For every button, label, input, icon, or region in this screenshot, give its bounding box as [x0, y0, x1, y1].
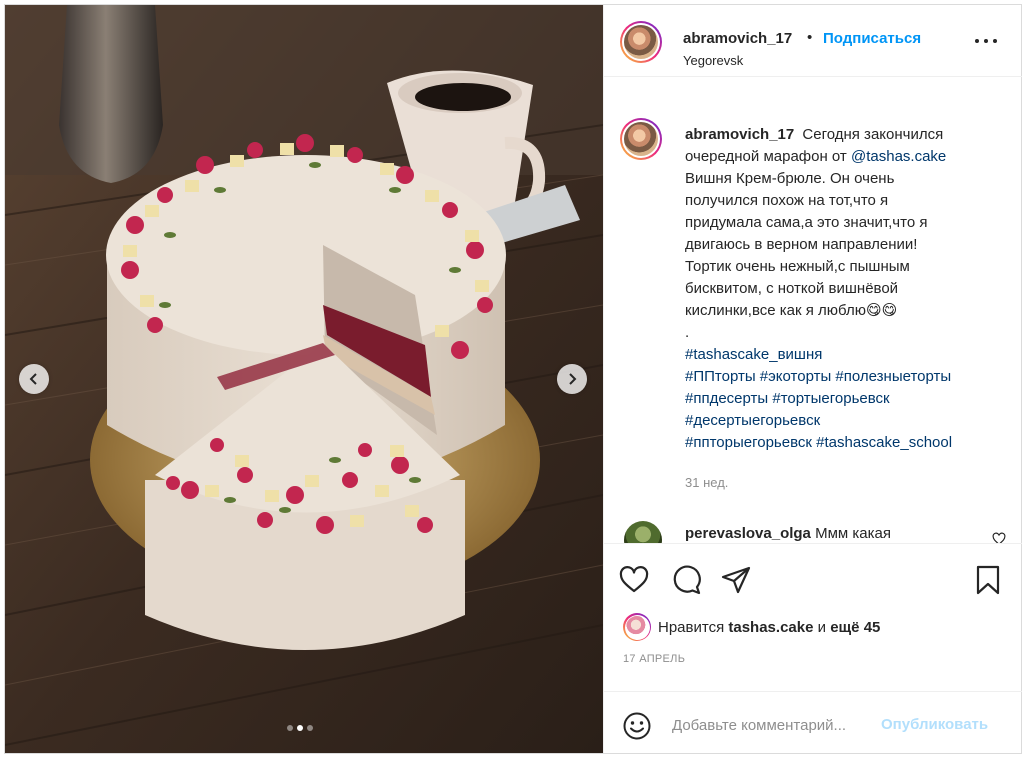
commenter-avatar[interactable]	[624, 521, 662, 543]
hashtag[interactable]: #tashascake_school	[816, 434, 952, 451]
next-slide-button[interactable]	[557, 364, 587, 394]
post-container: abramovich_17 • Подписаться Yegorevsk ab…	[4, 4, 1022, 754]
comment-input[interactable]	[672, 714, 880, 736]
post-actions	[604, 543, 1022, 605]
hashtag[interactable]: #тортыегорьевск	[772, 390, 889, 407]
caption-line: двигаюсь в верном направлении!	[685, 236, 918, 253]
comment-button[interactable]	[670, 564, 702, 596]
post-date[interactable]: 17 АПРЕЛЬ	[623, 653, 685, 665]
save-button[interactable]	[972, 564, 1004, 596]
header-separator: •	[807, 29, 813, 46]
post-caption: abramovich_17 Сегодня закончился очередн…	[685, 124, 1003, 454]
previous-slide-button[interactable]	[19, 364, 49, 394]
hashtag[interactable]: #ппдесерты	[685, 390, 768, 407]
likes-summary[interactable]: Нравится tashas.cake и ещё 45	[658, 619, 880, 636]
caption-line: получился похож на тот,что я	[685, 192, 889, 209]
carousel-dot-active	[297, 725, 303, 731]
liker-avatar[interactable]	[623, 613, 651, 641]
likes-prefix: Нравится	[658, 619, 725, 636]
hashtag[interactable]: #ППторты	[685, 368, 756, 385]
heart-icon	[619, 566, 649, 593]
more-options-icon[interactable]	[975, 39, 997, 47]
post-side-panel: abramovich_17 • Подписаться Yegorevsk ab…	[603, 5, 1022, 753]
post-header: abramovich_17 • Подписаться Yegorevsk	[604, 5, 1022, 77]
caption-mention[interactable]: @tashas.cake	[851, 148, 946, 165]
likes-more[interactable]: ещё 45	[830, 619, 880, 636]
bookmark-icon	[976, 565, 1000, 595]
likes-and: и	[817, 619, 827, 636]
emoji-icon[interactable]	[622, 711, 652, 741]
cake-photo	[5, 5, 603, 753]
caption-line: Тортик очень нежный,с пышным	[685, 258, 910, 275]
comment-body: perevaslova_olga Ммм какая	[685, 525, 891, 542]
hashtag[interactable]: #десертыегорьевск	[685, 412, 820, 429]
caption-line: придумала сама,а это значит,что я	[685, 214, 928, 231]
hashtag[interactable]: #ппторыегорьевск	[685, 434, 812, 451]
comments-scroll-area[interactable]: abramovich_17 Сегодня закончился очередн…	[604, 78, 1022, 543]
author-avatar[interactable]	[620, 21, 662, 63]
author-username[interactable]: abramovich_17	[683, 30, 792, 47]
likes-section: Нравится tashas.cake и ещё 45	[620, 611, 1010, 641]
caption-time-ago[interactable]: 31 нед.	[685, 475, 728, 490]
caption-author-avatar[interactable]	[620, 118, 662, 160]
carousel-dot	[307, 725, 313, 731]
comment-like-icon[interactable]	[992, 532, 1006, 543]
caption-line: Сегодня закончился	[802, 126, 944, 143]
location-link[interactable]: Yegorevsk	[683, 53, 743, 68]
caption-line: бисквитом, с ноткой вишнёвой	[685, 280, 899, 297]
add-comment-bar: Опубликовать	[604, 691, 1022, 753]
commenter-username[interactable]: perevaslova_olga	[685, 525, 811, 542]
hashtag[interactable]: #tashascake_вишня	[685, 346, 822, 363]
chevron-left-icon	[29, 373, 37, 385]
caption-line: очередной марафон от	[685, 148, 847, 165]
comment-icon	[673, 565, 701, 595]
caption-line: .	[685, 324, 690, 341]
hashtag[interactable]: #полезныеторты	[835, 368, 951, 385]
carousel-indicator	[287, 725, 313, 731]
post-media[interactable]	[5, 5, 603, 753]
caption-line: Вишня Крем-брюле. Он очень	[685, 170, 895, 187]
caption-username[interactable]: abramovich_17	[685, 126, 794, 143]
follow-button[interactable]: Подписаться	[823, 30, 921, 47]
chevron-right-icon	[569, 373, 577, 385]
liker-username[interactable]: tashas.cake	[728, 619, 813, 636]
like-button[interactable]	[618, 564, 650, 596]
caption-line: кислинки,все как я люблю😋😋	[685, 302, 898, 319]
share-button[interactable]	[720, 564, 752, 596]
comment-item: perevaslova_olga Ммм какая	[620, 521, 1010, 543]
carousel-dot	[287, 725, 293, 731]
comment-text: Ммм какая	[815, 525, 891, 542]
publish-button[interactable]: Опубликовать	[881, 716, 988, 733]
paper-plane-icon	[721, 566, 751, 594]
hashtag[interactable]: #экоторты	[760, 368, 831, 385]
